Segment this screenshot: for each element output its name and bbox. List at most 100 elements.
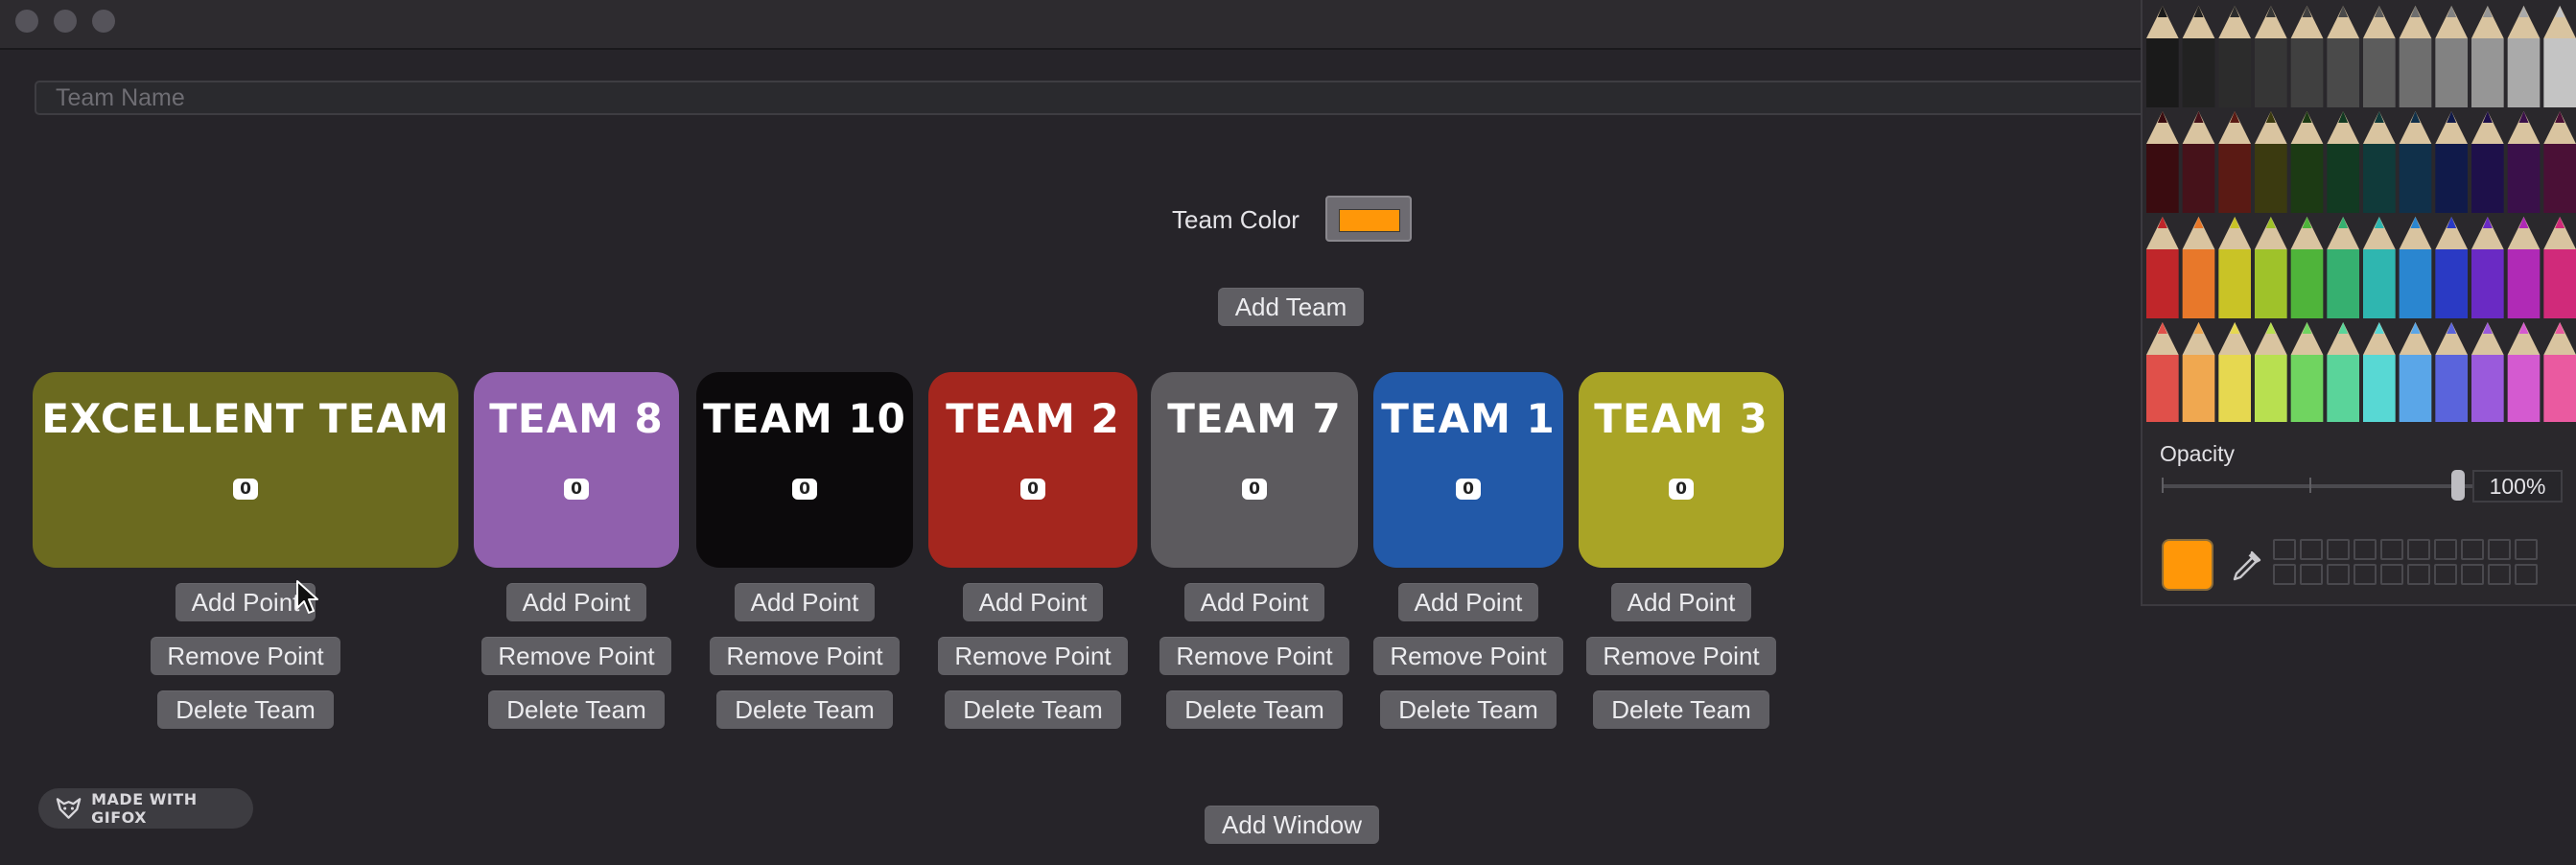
saved-color-slot[interactable] xyxy=(2434,539,2457,560)
saved-color-slot[interactable] xyxy=(2327,564,2350,585)
pencil-body[interactable] xyxy=(2255,38,2287,107)
pencil-body[interactable] xyxy=(2435,249,2468,318)
add-point-button[interactable]: Add Point xyxy=(506,583,646,621)
close-window-button[interactable] xyxy=(15,10,38,33)
opacity-slider-track[interactable] xyxy=(2162,484,2488,488)
pencil-body[interactable] xyxy=(2471,249,2504,318)
pencil-body[interactable] xyxy=(2399,38,2432,107)
pencil-body[interactable] xyxy=(2471,355,2504,422)
pencil-body[interactable] xyxy=(2327,144,2359,213)
pencil-body[interactable] xyxy=(2543,38,2576,107)
saved-color-slot[interactable] xyxy=(2300,539,2323,560)
pencil-body[interactable] xyxy=(2327,38,2359,107)
remove-point-button[interactable]: Remove Point xyxy=(481,637,671,675)
saved-color-slot[interactable] xyxy=(2488,539,2511,560)
pencil-body[interactable] xyxy=(2363,249,2396,318)
pencil-body[interactable] xyxy=(2182,249,2215,318)
saved-color-slot[interactable] xyxy=(2380,539,2403,560)
pencil-body[interactable] xyxy=(2290,355,2324,422)
opacity-slider-knob[interactable] xyxy=(2451,470,2465,501)
pencil-body[interactable] xyxy=(2182,355,2215,422)
saved-color-slot[interactable] xyxy=(2273,564,2296,585)
add-point-button[interactable]: Add Point xyxy=(1611,583,1751,621)
remove-point-button[interactable]: Remove Point xyxy=(1159,637,1349,675)
delete-team-button[interactable]: Delete Team xyxy=(1166,690,1343,729)
pencil-body[interactable] xyxy=(2146,249,2179,318)
pencil-body[interactable] xyxy=(2146,355,2179,422)
saved-color-slot[interactable] xyxy=(2354,564,2377,585)
pencil-body[interactable] xyxy=(2363,355,2396,422)
pencil-body[interactable] xyxy=(2435,38,2468,107)
minimize-window-button[interactable] xyxy=(54,10,77,33)
pencil-body[interactable] xyxy=(2290,38,2324,107)
saved-color-slot[interactable] xyxy=(2461,564,2484,585)
pencil-body[interactable] xyxy=(2507,249,2541,318)
remove-point-button[interactable]: Remove Point xyxy=(1373,637,1563,675)
pencil-body[interactable] xyxy=(2255,355,2287,422)
delete-team-button[interactable]: Delete Team xyxy=(716,690,893,729)
pencil-body[interactable] xyxy=(2507,355,2541,422)
pencil-body[interactable] xyxy=(2543,249,2576,318)
add-point-button[interactable]: Add Point xyxy=(1184,583,1324,621)
pencil-body[interactable] xyxy=(2290,144,2324,213)
pencil-body[interactable] xyxy=(2218,249,2251,318)
pencil-body[interactable] xyxy=(2182,38,2215,107)
eyedropper-icon[interactable] xyxy=(2227,547,2265,585)
current-color-swatch[interactable] xyxy=(2162,539,2213,591)
pencil-body[interactable] xyxy=(2327,249,2359,318)
pencil-body[interactable] xyxy=(2363,38,2396,107)
pencil-color-palette[interactable] xyxy=(2144,0,2576,422)
pencil-body[interactable] xyxy=(2399,144,2432,213)
pencil-body[interactable] xyxy=(2218,144,2251,213)
remove-point-button[interactable]: Remove Point xyxy=(1586,637,1776,675)
saved-color-slot[interactable] xyxy=(2461,539,2484,560)
delete-team-button[interactable]: Delete Team xyxy=(945,690,1121,729)
pencil-body[interactable] xyxy=(2218,355,2251,422)
pencil-body[interactable] xyxy=(2543,144,2576,213)
add-point-button[interactable]: Add Point xyxy=(963,583,1103,621)
remove-point-button[interactable]: Remove Point xyxy=(710,637,900,675)
pencil-body[interactable] xyxy=(2255,144,2287,213)
add-point-button[interactable]: Add Point xyxy=(1398,583,1538,621)
pencil-body[interactable] xyxy=(2182,144,2215,213)
team-color-well[interactable] xyxy=(1325,196,1412,242)
pencil-body[interactable] xyxy=(2543,355,2576,422)
add-team-button[interactable]: Add Team xyxy=(1218,288,1364,326)
add-window-button[interactable]: Add Window xyxy=(1205,806,1379,844)
delete-team-button[interactable]: Delete Team xyxy=(1380,690,1557,729)
pencil-body[interactable] xyxy=(2255,249,2287,318)
pencil-body[interactable] xyxy=(2363,144,2396,213)
pencil-body[interactable] xyxy=(2146,144,2179,213)
remove-point-button[interactable]: Remove Point xyxy=(151,637,340,675)
pencil-body[interactable] xyxy=(2471,144,2504,213)
remove-point-button[interactable]: Remove Point xyxy=(938,637,1128,675)
pencil-body[interactable] xyxy=(2327,355,2359,422)
team-name-input[interactable] xyxy=(35,81,2154,115)
saved-color-slot[interactable] xyxy=(2380,564,2403,585)
zoom-window-button[interactable] xyxy=(92,10,115,33)
pencil-body[interactable] xyxy=(2471,38,2504,107)
saved-color-slot[interactable] xyxy=(2407,564,2430,585)
saved-color-slot[interactable] xyxy=(2434,564,2457,585)
pencil-body[interactable] xyxy=(2146,38,2179,107)
pencil-body[interactable] xyxy=(2507,144,2541,213)
pencil-body[interactable] xyxy=(2399,355,2432,422)
delete-team-button[interactable]: Delete Team xyxy=(488,690,665,729)
pencil-body[interactable] xyxy=(2290,249,2324,318)
saved-color-slot[interactable] xyxy=(2327,539,2350,560)
pencil-body[interactable] xyxy=(2399,249,2432,318)
pencil-body[interactable] xyxy=(2218,38,2251,107)
saved-color-slot[interactable] xyxy=(2354,539,2377,560)
pencil-body[interactable] xyxy=(2435,355,2468,422)
delete-team-button[interactable]: Delete Team xyxy=(157,690,334,729)
pencil-body[interactable] xyxy=(2435,144,2468,213)
saved-color-slot[interactable] xyxy=(2273,539,2296,560)
opacity-value-field[interactable]: 100% xyxy=(2472,470,2563,503)
pencil-body[interactable] xyxy=(2507,38,2541,107)
saved-color-slot[interactable] xyxy=(2515,564,2538,585)
saved-color-slot[interactable] xyxy=(2515,539,2538,560)
saved-color-slot[interactable] xyxy=(2488,564,2511,585)
saved-color-slot[interactable] xyxy=(2407,539,2430,560)
add-point-button[interactable]: Add Point xyxy=(735,583,875,621)
delete-team-button[interactable]: Delete Team xyxy=(1593,690,1769,729)
